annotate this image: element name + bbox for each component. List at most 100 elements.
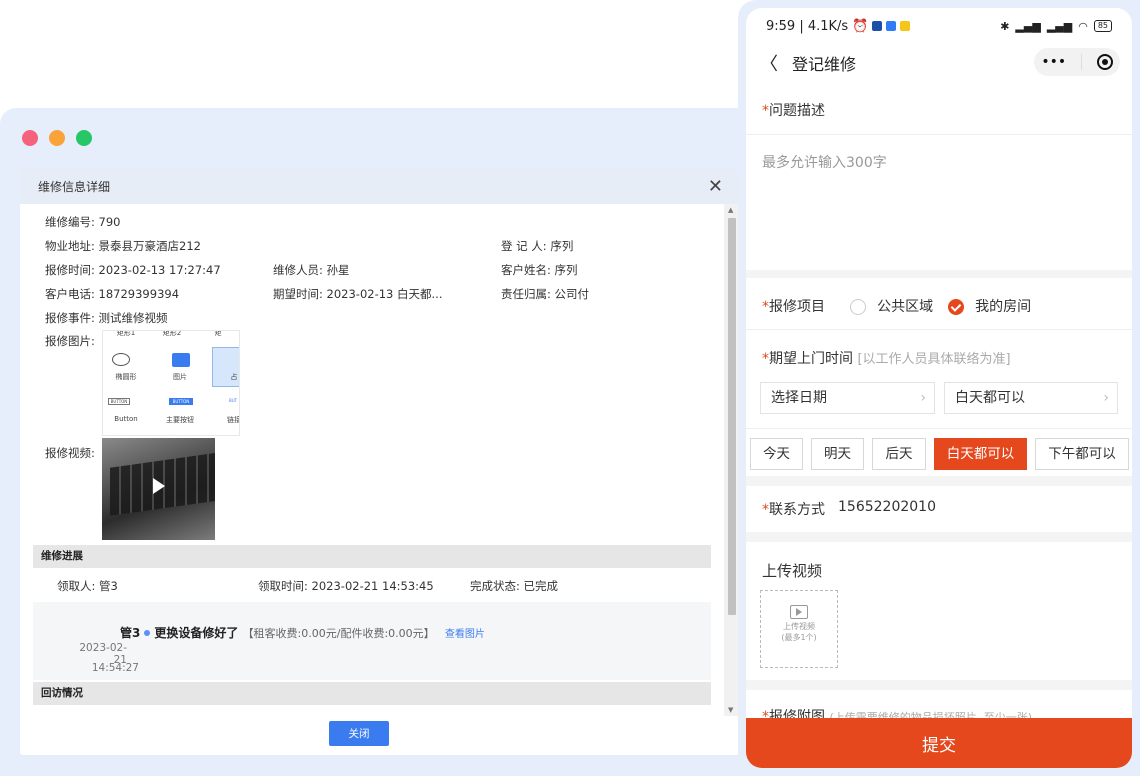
progress-section-header: 维修进展 [33,545,711,568]
close-window-dot[interactable] [22,130,38,146]
report-time: 报修时间: 2023-02-13 17:27:47 [45,263,221,277]
timeline-entry: 管3 更换设备修好了 【租客收费:0.00元/配件收费:0.00元】 查看图片 [120,624,485,641]
repair-image-label: 报修图片: [45,334,95,348]
option-mine[interactable]: 我的房间 [948,296,1031,316]
progress-timeline: 管3 更换设备修好了 【租客收费:0.00元/配件收费:0.00元】 查看图片 2… [33,602,711,680]
bluetooth-icon: ✱ [1000,19,1010,33]
close-icon[interactable]: ✕ [708,177,723,196]
close-button[interactable]: 关闭 [329,721,389,746]
window-controls [22,130,92,146]
more-icon[interactable]: ••• [1041,54,1066,70]
option-public[interactable]: 公共区域 [850,296,933,316]
chip-today[interactable]: 今天 [750,438,803,470]
upload-box-text: 上传视频 [783,622,815,631]
repair-detail-modal: 维修信息详细 ✕ 维修编号: 790 物业地址: 景泰县万豪酒店212 登 记 … [20,169,739,755]
desktop-window: 维修信息详细 ✕ 维修编号: 790 物业地址: 景泰县万豪酒店212 登 记 … [0,108,760,776]
entry-time: 14:54:27 [91,662,139,674]
page-title: 登记维修 [792,55,857,74]
status-left: 9:59 | 4.1K/s ⏰ [766,18,911,34]
chevron-right-icon: › [1103,390,1109,406]
repair-image-thumbnail[interactable]: 矩形1 矩形2 矩 椭圆形 图片 占 BUTTON BUTTON BUT But… [102,330,240,436]
project-label: *报修项目 [762,299,825,315]
visit-time-section: *期望上门时间 [以工作人员具体联络为准] 选择日期 › 白天都可以 › 今天 明天… [746,330,1132,476]
date-select[interactable]: 选择日期 › [760,382,935,414]
modal-title: 维修信息详细 [38,180,111,194]
play-icon[interactable] [153,478,165,494]
wifi-icon: ◠ [1078,19,1088,33]
status-bar: 9:59 | 4.1K/s ⏰ ✱ ▂▄▆ ▂▄▆ ◠ 85 [746,8,1132,44]
contact-input[interactable]: 15652202010 [838,499,936,515]
contact-label: *联系方式 [762,502,825,518]
ellipse-shape-icon [112,353,130,366]
capsule-divider [1080,54,1082,70]
thumb-text: 椭圆形 [115,373,137,381]
nav-bar: 〈 登记维修 ••• [746,44,1132,82]
scroll-down-icon[interactable]: ▼ [728,706,733,714]
alarm-icon: ⏰ [852,18,869,34]
chip-afternoon[interactable]: 下午都可以 [1035,438,1129,470]
mini-program-capsule: ••• [1034,48,1120,76]
submit-button[interactable]: 提交 [746,718,1132,768]
receive-time: 领取时间: 2023-02-21 14:53:45 [258,579,434,593]
registrar: 登 记 人: 序列 [501,239,574,253]
customer-phone: 客户电话: 18729399394 [45,287,180,301]
scroll-thumb[interactable] [728,218,736,615]
minimize-window-dot[interactable] [49,130,65,146]
thumb-text: Button [114,415,138,423]
entry-text: 更换设备修好了 [154,626,239,640]
completion-status: 完成状态: 已完成 [470,579,559,593]
video-upload-icon [790,605,808,619]
visit-label: *期望上门时间 [以工作人员具体联络为准] [762,351,1011,367]
repair-id: 维修编号: 790 [45,215,121,229]
thumb-text: 矩形1 [116,330,136,337]
primary-button-shape-icon: BUTTON [169,398,193,405]
maximize-window-dot[interactable] [76,130,92,146]
close-miniprogram-icon[interactable] [1096,54,1113,70]
screen: 维修信息详细 ✕ 维修编号: 790 物业地址: 景泰县万豪酒店212 登 记 … [0,0,1140,776]
divider [746,134,1132,135]
revisit-section-header: 回访情况 [33,682,711,705]
responsibility: 责任归属: 公司付 [501,287,590,301]
chip-day-after[interactable]: 后天 [872,438,926,470]
period-select[interactable]: 白天都可以 › [944,382,1118,414]
repair-video-player[interactable] [102,438,215,540]
problem-textarea[interactable]: 最多允许输入300字 [762,152,887,172]
upload-title: 上传视频 [762,562,823,580]
thumb-text: 主要按钮 [166,416,194,424]
radio-checked-icon [948,298,964,315]
radio-unchecked-icon [850,298,866,315]
vertical-scrollbar[interactable]: ▲ ▼ [724,204,739,716]
expected-time: 期望时间: 2023-02-13 白天都... [273,287,443,301]
timeline-dot-icon [144,630,151,636]
chip-tomorrow[interactable]: 明天 [811,438,864,470]
property-address: 物业地址: 景泰县万豪酒店212 [45,239,201,253]
image-shape-icon [172,353,190,367]
back-icon[interactable]: 〈 [760,50,778,76]
thumb-text: 链接 [227,416,240,424]
app-icon [872,21,883,31]
app-icon [900,21,911,31]
view-images-link[interactable]: 查看图片 [445,629,485,640]
receiver: 领取人: 管3 [57,579,118,593]
battery-icon: 85 [1093,20,1112,32]
repair-video-label: 报修视频: [45,446,95,460]
quick-chips: 今天 明天 后天 白天都可以 下午都可以 [746,438,1132,470]
thumb-text: 矩 [214,330,222,337]
customer-name: 客户姓名: 序列 [501,263,578,277]
thumb-text: 图片 [173,373,187,381]
entry-person: 管3 [120,626,141,640]
problem-section: *问题描述 最多允许输入300字 [746,82,1132,270]
scroll-up-icon[interactable]: ▲ [728,206,733,214]
signal-icon: ▂▄▆ [1015,19,1041,33]
entry-fee: 【租客收费:0.00元/配件收费:0.00元】 [242,627,435,640]
problem-label: *问题描述 [762,103,825,119]
upload-video-box[interactable]: 上传视频 (最多1个) [760,590,838,668]
app-icon [886,21,897,31]
chip-daytime[interactable]: 白天都可以 [934,438,1027,470]
repair-event: 报修事件: 测试维修视频 [45,311,168,325]
thumb-text: 占 [230,373,238,381]
upload-section: 上传视频 上传视频 (最多1个) [746,542,1132,680]
divider [746,428,1132,429]
repair-staff: 维修人员: 孙星 [273,263,350,277]
visit-selects: 选择日期 › 白天都可以 › [746,382,1132,414]
